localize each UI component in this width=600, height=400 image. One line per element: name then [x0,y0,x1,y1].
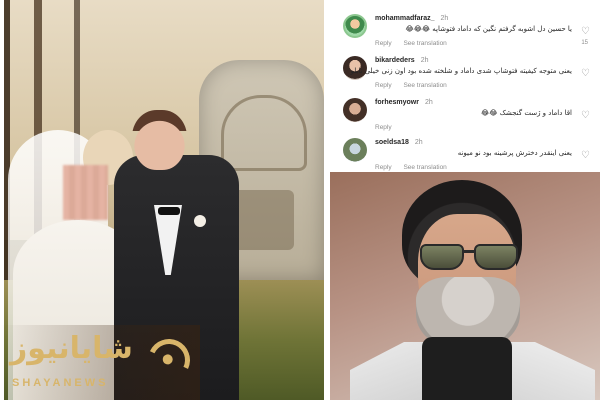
comment-time: 2h [424,99,433,106]
see-translation-link[interactable]: See translation [403,40,446,47]
avatar[interactable] [343,138,367,162]
logo-subtitle: SHAYANEWS [12,377,109,389]
sunglasses [420,244,520,272]
reply-button[interactable]: Reply [375,82,392,89]
comment-username[interactable]: bikardeders 2h [375,57,428,64]
heart-icon[interactable]: ♡ [581,110,590,121]
heart-icon[interactable]: ♡ [581,150,590,161]
comment-text: یا حسین دل اشوبه گرفتم نگین که داماد فتو… [405,25,572,33]
logo-wordmark: شایانیوز [10,331,133,366]
comment-time: 2h [420,57,429,64]
portrait-photo [330,172,600,400]
avatar[interactable] [343,14,367,38]
shayanews-logo: شایانیوز SHAYANEWS [0,325,200,400]
comment-text: اقا داماد و ژست گنجشک 😂😂 [481,109,572,117]
like-count: 15 [581,40,588,46]
broadcast-icon [142,333,196,387]
comment-actions: Reply See translation [375,82,457,89]
comment-text: یعنی متوجه کیفیته فتوشاپ شدی داماد و شلخ… [350,67,572,75]
see-translation-link[interactable]: See translation [403,164,446,171]
comments-panel: mohammadfaraz_ 2h یا حسین دل اشوبه گرفتم … [333,0,600,172]
comment-actions: Reply See translation [375,40,457,47]
reply-button[interactable]: Reply [375,124,392,131]
comment-time: 2h [440,15,449,22]
comment-text: یعنی اینقدر دخترش پرشینه بود نو میونه [457,149,572,157]
avatar[interactable] [343,98,367,122]
comment-item: mohammadfaraz_ 2h یا حسین دل اشوبه گرفتم … [333,14,600,54]
comment-actions: Reply See translation [375,164,457,171]
sunglasses-left-lens [420,244,464,270]
bowtie [158,207,180,215]
turtleneck [422,337,512,400]
comment-username[interactable]: mohammadfaraz_ 2h [375,15,448,22]
comment-item: bikardeders 2h یعنی متوجه کیفیته فتوشاپ ش… [333,56,600,96]
reply-button[interactable]: Reply [375,164,392,171]
groom-shirt [154,205,182,275]
reply-button[interactable]: Reply [375,40,392,47]
comment-time: 2h [414,139,423,146]
see-translation-link[interactable]: See translation [403,82,446,89]
comment-actions: Reply [375,124,402,131]
comment-username[interactable]: forhesmyowr 2h [375,99,433,106]
comment-item: forhesmyowr 2h اقا داماد و ژست گنجشک 😂😂 R… [333,98,600,138]
boutonniere [194,215,206,227]
comment-username[interactable]: soeldsa18 2h [375,139,423,146]
heart-icon[interactable]: ♡ [581,68,590,79]
bride-face-blurred [63,165,108,220]
sunglasses-right-lens [474,244,518,270]
heart-icon[interactable]: ♡ [581,26,590,37]
groom-head [132,110,187,170]
